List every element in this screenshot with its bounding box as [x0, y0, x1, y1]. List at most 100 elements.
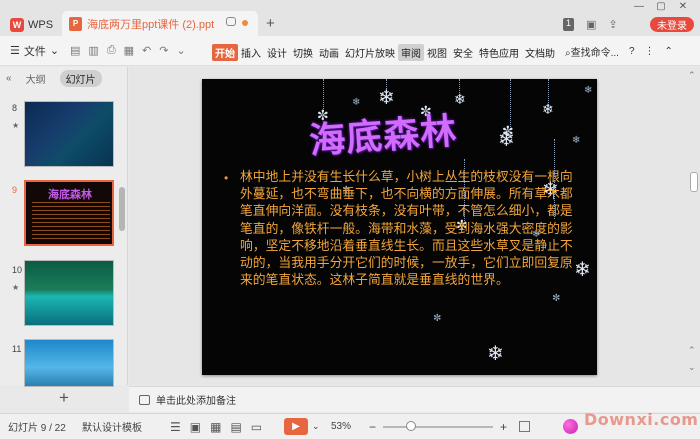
snowflake-icon: ❄ — [454, 91, 466, 107]
slide-counter: 幻灯片 9 / 22 — [8, 423, 66, 434]
slide-thumbnail-11[interactable]: 11 — [0, 339, 118, 389]
tab-wps-label: WPS — [28, 19, 54, 31]
animation-star-icon: ★ — [12, 121, 20, 130]
ppt-file-icon: P — [69, 16, 82, 31]
pdf-icon[interactable]: ▥ — [88, 44, 98, 57]
bullet-icon: • — [224, 171, 229, 185]
zoom-slider-handle[interactable] — [405, 421, 416, 431]
slide-editing-area: ✼ ❄ ❄ ✼ ❄ ✼ ❄ ❄ ❄ ❄ ❄ ✼ ✼ ❄ ❄ ✼ ❄ ✼ 海底森林… — [129, 67, 700, 385]
close-button[interactable]: ✕ — [672, 0, 694, 14]
snowflake-icon: ❄ — [352, 97, 361, 108]
editor-scrollbar[interactable] — [690, 172, 698, 192]
template-name[interactable]: 默认设计模板 — [82, 419, 142, 434]
tab-animation[interactable]: 动画 — [316, 44, 342, 61]
tab-document[interactable]: P 海底两万里ppt课件 (2).ppt — [62, 11, 258, 36]
print-icon[interactable]: ⎙ — [107, 44, 116, 57]
slide-body-text[interactable]: 林中地上并没有生长什么草，小树上丛生的枝杈没有一根向外蔓延，也不弯曲垂下，也不向… — [240, 169, 580, 289]
slide-thumbnail-image — [24, 101, 114, 167]
notes-placeholder: 单击此处添加备注 — [156, 396, 236, 407]
slide-panel: « 大纲 幻灯片 8 ★ 9 海底森林 10 ★ 11 + — [0, 67, 128, 407]
slide-thumbnail-9[interactable]: 9 海底森林 — [0, 180, 118, 250]
thumbnail-scrollbar[interactable] — [119, 187, 125, 231]
zoom-in-button[interactable]: + — [500, 420, 507, 434]
play-icon: ▶ — [292, 421, 300, 432]
snowflake-icon: ✼ — [552, 293, 561, 304]
play-options-icon[interactable]: ⌄ — [312, 421, 320, 432]
tab-insert[interactable]: 插入 — [238, 44, 264, 61]
print-preview-icon[interactable]: ▦ — [124, 44, 134, 57]
window-count-badge[interactable]: 1 — [563, 18, 575, 31]
collapse-ribbon-icon[interactable]: ⌃ — [665, 46, 673, 57]
file-menu-button[interactable]: ☰ 文件 ⌄ — [0, 43, 66, 59]
zoom-level[interactable]: 53% — [331, 421, 351, 432]
snowflake-icon: ❄ — [498, 129, 515, 151]
assistant-ball-icon[interactable] — [563, 419, 578, 434]
wps-logo-icon: W — [10, 18, 24, 32]
normal-view-icon[interactable]: ▣ — [190, 420, 201, 434]
thumbnail-text-lines — [32, 202, 110, 240]
presenter-icon[interactable]: ▭ — [251, 420, 262, 434]
tab-doc-assistant[interactable]: 文档助 — [522, 44, 558, 61]
fit-window-icon[interactable] — [519, 421, 530, 432]
more-options-icon[interactable]: ⋮ — [645, 46, 655, 57]
snowflake-icon: ❄ — [487, 343, 504, 365]
prev-page-icon[interactable]: ⌃ — [688, 345, 696, 356]
slide-thumbnail-10[interactable]: 10 ★ — [0, 260, 118, 330]
ribbon: ☰ 文件 ⌄ ▤ ▥ ⎙ ▦ ↶ ↷ ⌄ 开始 插入 设计 切换 动画 幻灯片放… — [0, 36, 700, 66]
snowflake-icon: ❄ — [572, 135, 581, 146]
tab-wps-home[interactable]: W WPS — [6, 14, 58, 36]
animation-star-icon: ★ — [12, 283, 20, 292]
minimize-button[interactable]: — — [628, 0, 650, 14]
tab-slides[interactable]: 幻灯片 — [59, 69, 102, 87]
undo-icon[interactable]: ↶ — [142, 44, 151, 57]
help-button[interactable]: ? — [629, 46, 635, 57]
slide-number: 8 — [12, 103, 18, 113]
snowflake-icon: ❄ — [584, 85, 593, 96]
ribbon-right: ⌕查找命令... ? ⋮ ⌃ — [565, 44, 673, 59]
search-command[interactable]: ⌕查找命令... — [565, 44, 619, 59]
tab-transition[interactable]: 切换 — [290, 44, 316, 61]
collapse-panel-icon[interactable]: « — [6, 73, 12, 84]
search-command-label: 查找命令... — [570, 48, 619, 59]
login-button[interactable]: 未登录 — [650, 17, 694, 32]
slide-canvas[interactable]: ✼ ❄ ❄ ✼ ❄ ✼ ❄ ❄ ❄ ❄ ❄ ✼ ✼ ❄ ❄ ✼ ❄ ✼ 海底森林… — [202, 79, 597, 375]
slide-title[interactable]: 海底森林 — [307, 102, 459, 164]
title-bar: W WPS P 海底两万里ppt课件 (2).ppt + 1 ▣ ⇪ — ▢ ✕… — [0, 0, 700, 36]
slide-panel-header: « 大纲 幻灯片 — [0, 67, 127, 89]
scroll-up-icon[interactable]: ⌃ — [688, 70, 696, 81]
save-icon[interactable]: ▤ — [70, 44, 80, 57]
slide-sorter-icon[interactable]: ▦ — [210, 420, 221, 434]
comment-icon[interactable] — [226, 17, 236, 26]
file-menu-label: 文件 — [23, 45, 46, 58]
tab-view[interactable]: 视图 — [424, 44, 450, 61]
tab-security[interactable]: 安全 — [450, 44, 476, 61]
redo-icon[interactable]: ↷ — [159, 44, 168, 57]
notes-bar[interactable]: 单击此处添加备注 — [129, 386, 700, 412]
reading-view-icon[interactable]: ▤ — [230, 420, 241, 434]
slide-thumbnail-image — [24, 260, 114, 326]
skin-icon[interactable]: ▣ — [586, 18, 596, 31]
unsaved-dot-icon — [242, 20, 248, 26]
tab-outline[interactable]: 大纲 — [20, 70, 52, 87]
share-icon[interactable]: ⇪ — [608, 18, 617, 31]
chevron-down-icon: ⌄ — [49, 45, 60, 57]
tab-features[interactable]: 特色应用 — [476, 44, 522, 61]
new-tab-button[interactable]: + — [266, 15, 275, 32]
tab-slideshow[interactable]: 幻灯片放映 — [342, 44, 398, 61]
add-slide-button[interactable]: + — [0, 389, 128, 409]
tab-start[interactable]: 开始 — [212, 44, 238, 61]
slide-number: 10 — [12, 265, 23, 275]
zoom-out-button[interactable]: − — [369, 420, 376, 434]
zoom-slider-track[interactable] — [383, 426, 493, 428]
notes-toggle-icon[interactable]: ☰ — [170, 420, 181, 434]
more-icon[interactable]: ⌄ — [176, 44, 185, 57]
slide-number: 11 — [12, 344, 22, 354]
play-slideshow-button[interactable]: ▶ — [284, 418, 308, 435]
next-page-icon[interactable]: ⌄ — [688, 362, 696, 373]
maximize-button[interactable]: ▢ — [650, 0, 672, 14]
slide-thumbnail-image — [24, 339, 114, 387]
slide-thumbnail-8[interactable]: 8 ★ — [0, 101, 118, 173]
notes-icon — [139, 394, 150, 405]
tab-design[interactable]: 设计 — [264, 44, 290, 61]
tab-review[interactable]: 审阅 — [398, 44, 424, 61]
